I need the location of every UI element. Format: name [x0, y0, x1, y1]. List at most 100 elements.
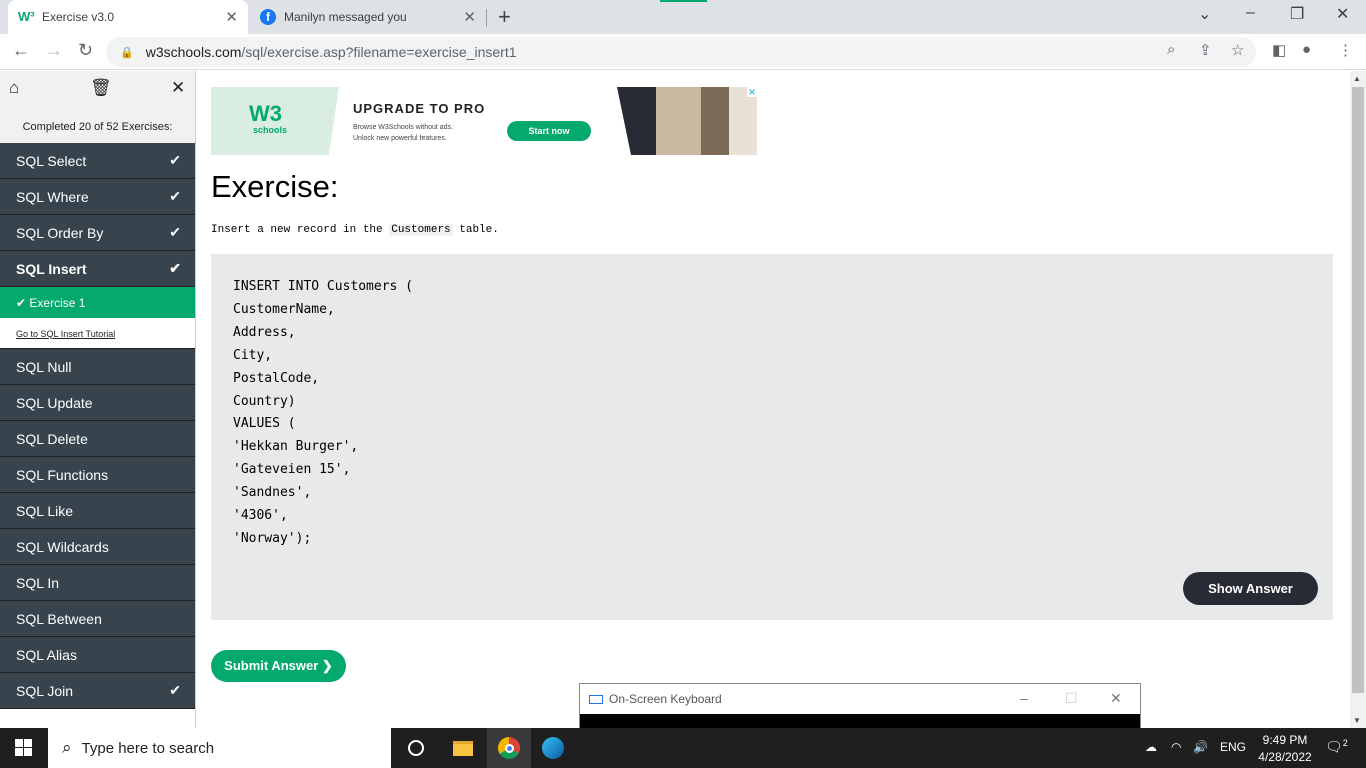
code-editor[interactable]: INSERT INTO Customers (CustomerName, Addr… [233, 276, 413, 551]
address-bar[interactable]: 🔒 w3schools.com/sql/exercise.asp?filenam… [106, 37, 1256, 67]
taskbar-search[interactable]: ⌕ Type here to search [48, 728, 391, 768]
show-answer-button[interactable]: Show Answer [1183, 572, 1318, 605]
desc-text: Insert a new record in the [211, 224, 390, 236]
tab-facebook[interactable]: f Manilyn messaged you ✕ [250, 0, 486, 34]
progress-text: Completed 20 of 52 Exercises: [0, 107, 195, 143]
ad-logo-subtext: schools [253, 125, 288, 135]
sidebar-item-label: SQL Where [16, 188, 89, 205]
completed-check-icon: ✔ [169, 260, 181, 276]
notification-count: 2 [1342, 738, 1348, 748]
exercise-sidebar: ⌂ 🗑 ✕ Completed 20 of 52 Exercises: SQL … [0, 71, 196, 728]
sidebar-item-label: SQL Join [16, 682, 74, 699]
sidebar-item-label: SQL Wildcards [16, 538, 109, 555]
taskbar-search-placeholder: Type here to search [81, 739, 215, 757]
code-line: '4306', [233, 508, 288, 524]
sidebar-item[interactable]: SQL Order By ✔ [0, 215, 195, 251]
close-tab-icon[interactable]: ✕ [225, 8, 238, 26]
page-scrollbar[interactable]: ▲ ▼ [1350, 71, 1366, 728]
sidebar-item[interactable]: SQL In [0, 565, 195, 601]
completed-check-icon: ✔ [169, 188, 181, 204]
home-icon[interactable]: ⌂ [9, 78, 19, 98]
close-tab-icon[interactable]: ✕ [463, 8, 476, 26]
osk-maximize-icon[interactable]: ☐ [1065, 690, 1078, 707]
forward-icon[interactable]: → [45, 40, 63, 61]
code-line: 'Norway'); [233, 530, 312, 546]
taskbar-clock[interactable]: 9:49 PM 4/28/2022 [1248, 732, 1322, 766]
scroll-down-icon[interactable]: ▼ [1353, 716, 1361, 725]
sidebar-item[interactable]: SQL Where ✔ [0, 179, 195, 215]
zoom-icon[interactable]: ⌕ [1167, 41, 1175, 58]
tab-exercise[interactable]: W³ Exercise v3.0 ✕ [8, 0, 248, 34]
sidebar-item[interactable]: SQL Like [0, 493, 195, 529]
code-line: 'Sandnes', [233, 485, 312, 501]
sidebar-item-label: SQL Update [16, 394, 93, 411]
sidebar-item[interactable]: SQL Null [0, 349, 195, 385]
windows-taskbar: ⌕ Type here to search ☁ ◠ 🔊 ENG 9:49 PM … [0, 728, 1366, 768]
sidebar-item[interactable]: SQL Insert ✔ [0, 251, 195, 287]
osk-titlebar: On-Screen Keyboard – ☐ ✕ [580, 684, 1140, 714]
reload-icon[interactable]: ↻ [78, 40, 93, 61]
tab-search-chevron-icon[interactable]: ⌄ [1198, 4, 1211, 24]
main-content: W3 schools UPGRADE TO PRO Browse W3School… [196, 71, 1350, 728]
bookmark-star-icon[interactable]: ☆ [1231, 41, 1244, 59]
sidebar-item[interactable]: SQL Between [0, 601, 195, 637]
share-icon[interactable]: ⇪ [1199, 41, 1212, 59]
osk-minimize-icon[interactable]: – [1020, 690, 1028, 706]
submit-answer-button[interactable]: Submit Answer ❯ [211, 650, 346, 682]
side-panel-icon[interactable]: ◧ [1272, 41, 1286, 59]
sidebar-item-label: SQL Between [16, 610, 102, 627]
keyboard-icon [589, 694, 603, 704]
onedrive-icon[interactable]: ☁ [1145, 740, 1157, 754]
sidebar-list-bottom: SQL Null SQL Update SQL Delete SQL Function… [0, 349, 195, 709]
ad-start-now-button[interactable]: Start now [507, 121, 591, 141]
notification-icon[interactable]: 🗨2 [1325, 738, 1348, 756]
ad-line-1: Browse W3Schools without ads. [353, 124, 453, 131]
wifi-icon[interactable]: ◠ [1171, 740, 1181, 754]
sidebar-item-label: SQL Null [16, 358, 72, 375]
exercise-description: Insert a new record in the Customers tab… [211, 224, 499, 236]
minimize-icon[interactable]: – [1246, 4, 1255, 22]
new-tab-icon[interactable]: + [498, 4, 511, 30]
sidebar-item[interactable]: SQL Select ✔ [0, 143, 195, 179]
osk-close-icon[interactable]: ✕ [1110, 690, 1122, 707]
page-title: Exercise: [211, 169, 339, 204]
tab-title: Manilyn messaged you [284, 10, 407, 24]
close-window-icon[interactable]: ✕ [1336, 4, 1349, 24]
sidebar-item[interactable]: SQL Join ✔ [0, 673, 195, 709]
close-sidebar-icon[interactable]: ✕ [171, 78, 185, 98]
sidebar-item[interactable]: SQL Update [0, 385, 195, 421]
restore-icon[interactable]: ❐ [1290, 4, 1304, 24]
menu-kebab-icon[interactable]: ⋮ [1338, 41, 1353, 59]
sidebar-item[interactable]: SQL Wildcards [0, 529, 195, 565]
upgrade-ad-banner[interactable]: W3 schools UPGRADE TO PRO Browse W3School… [211, 87, 757, 155]
clock-time: 9:49 PM [1262, 733, 1308, 747]
tutorial-link[interactable]: Go to SQL Insert Tutorial [0, 319, 195, 349]
sidebar-item[interactable]: SQL Functions [0, 457, 195, 493]
edge-icon[interactable] [531, 728, 575, 768]
profile-avatar-icon[interactable]: ● [1302, 41, 1311, 58]
desc-text: table. [452, 224, 499, 236]
code-line: VALUES ( [233, 416, 296, 432]
language-indicator[interactable]: ENG [1220, 740, 1246, 754]
sidebar-item[interactable]: SQL Delete [0, 421, 195, 457]
trash-icon[interactable]: 🗑 [90, 78, 112, 98]
sidebar-exercise-1[interactable]: ✔ Exercise 1 [0, 287, 195, 319]
volume-icon[interactable]: 🔊 [1193, 740, 1208, 754]
sidebar-item-label: SQL Insert [16, 260, 87, 277]
sidebar-item[interactable]: SQL Alias [0, 637, 195, 673]
back-icon[interactable]: ← [12, 40, 30, 61]
facebook-favicon-icon: f [260, 9, 276, 25]
sidebar-toolbar: ⌂ 🗑 ✕ [0, 71, 195, 107]
search-icon: ⌕ [62, 738, 72, 757]
file-explorer-icon[interactable] [441, 728, 485, 768]
exercise-code-box: INSERT INTO Customers (CustomerName, Addr… [211, 254, 1333, 620]
ad-close-icon[interactable]: ✕ [747, 87, 757, 97]
chrome-icon[interactable] [487, 728, 531, 768]
scroll-up-icon[interactable]: ▲ [1353, 74, 1361, 83]
scrollbar-thumb[interactable] [1352, 87, 1364, 693]
cortana-icon[interactable] [394, 728, 438, 768]
code-line: PostalCode, [233, 370, 320, 386]
windows-start-icon[interactable] [15, 739, 32, 756]
completed-check-icon: ✔ [169, 224, 181, 240]
code-line: Address, [233, 324, 296, 340]
